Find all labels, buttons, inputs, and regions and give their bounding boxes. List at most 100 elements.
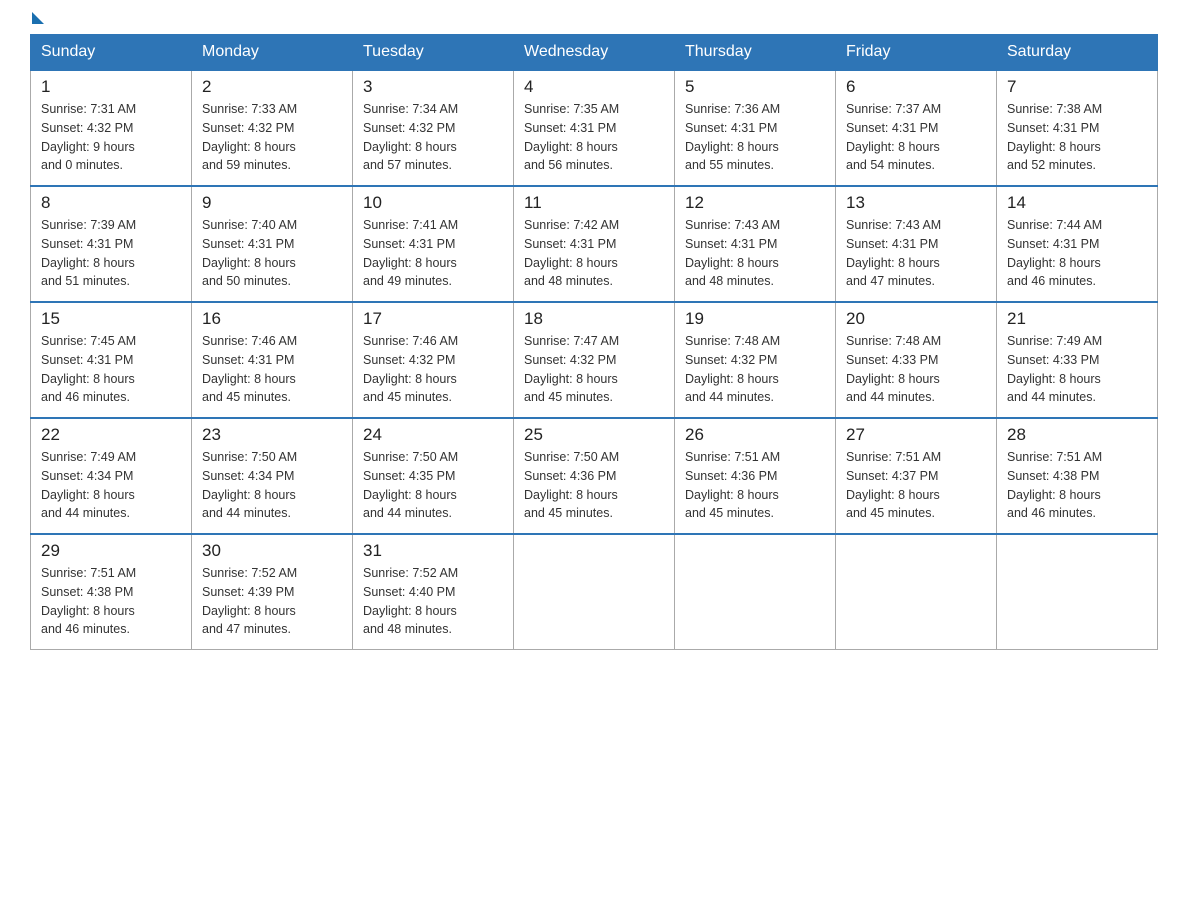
- day-info: Sunrise: 7:37 AMSunset: 4:31 PMDaylight:…: [846, 100, 986, 175]
- day-number: 6: [846, 77, 986, 97]
- day-info: Sunrise: 7:38 AMSunset: 4:31 PMDaylight:…: [1007, 100, 1147, 175]
- day-number: 20: [846, 309, 986, 329]
- calendar-cell: 2 Sunrise: 7:33 AMSunset: 4:32 PMDayligh…: [192, 70, 353, 186]
- day-number: 24: [363, 425, 503, 445]
- day-info: Sunrise: 7:44 AMSunset: 4:31 PMDaylight:…: [1007, 216, 1147, 291]
- weekday-header-monday: Monday: [192, 35, 353, 71]
- weekday-header-wednesday: Wednesday: [514, 35, 675, 71]
- calendar-cell: 27 Sunrise: 7:51 AMSunset: 4:37 PMDaylig…: [836, 418, 997, 534]
- day-info: Sunrise: 7:35 AMSunset: 4:31 PMDaylight:…: [524, 100, 664, 175]
- weekday-header-tuesday: Tuesday: [353, 35, 514, 71]
- day-number: 26: [685, 425, 825, 445]
- day-info: Sunrise: 7:49 AMSunset: 4:34 PMDaylight:…: [41, 448, 181, 523]
- day-info: Sunrise: 7:51 AMSunset: 4:38 PMDaylight:…: [41, 564, 181, 639]
- calendar-cell: 11 Sunrise: 7:42 AMSunset: 4:31 PMDaylig…: [514, 186, 675, 302]
- calendar-cell: [836, 534, 997, 650]
- calendar-week-row: 1 Sunrise: 7:31 AMSunset: 4:32 PMDayligh…: [31, 70, 1158, 186]
- day-number: 11: [524, 193, 664, 213]
- calendar-cell: 16 Sunrise: 7:46 AMSunset: 4:31 PMDaylig…: [192, 302, 353, 418]
- calendar-cell: [997, 534, 1158, 650]
- day-info: Sunrise: 7:46 AMSunset: 4:32 PMDaylight:…: [363, 332, 503, 407]
- calendar-cell: 12 Sunrise: 7:43 AMSunset: 4:31 PMDaylig…: [675, 186, 836, 302]
- day-info: Sunrise: 7:43 AMSunset: 4:31 PMDaylight:…: [846, 216, 986, 291]
- calendar-cell: 10 Sunrise: 7:41 AMSunset: 4:31 PMDaylig…: [353, 186, 514, 302]
- day-info: Sunrise: 7:41 AMSunset: 4:31 PMDaylight:…: [363, 216, 503, 291]
- calendar-table: SundayMondayTuesdayWednesdayThursdayFrid…: [30, 34, 1158, 650]
- calendar-cell: [514, 534, 675, 650]
- day-number: 9: [202, 193, 342, 213]
- calendar-cell: 19 Sunrise: 7:48 AMSunset: 4:32 PMDaylig…: [675, 302, 836, 418]
- calendar-cell: 20 Sunrise: 7:48 AMSunset: 4:33 PMDaylig…: [836, 302, 997, 418]
- day-number: 10: [363, 193, 503, 213]
- calendar-cell: 9 Sunrise: 7:40 AMSunset: 4:31 PMDayligh…: [192, 186, 353, 302]
- day-number: 25: [524, 425, 664, 445]
- day-number: 8: [41, 193, 181, 213]
- calendar-cell: 1 Sunrise: 7:31 AMSunset: 4:32 PMDayligh…: [31, 70, 192, 186]
- day-info: Sunrise: 7:50 AMSunset: 4:35 PMDaylight:…: [363, 448, 503, 523]
- day-info: Sunrise: 7:40 AMSunset: 4:31 PMDaylight:…: [202, 216, 342, 291]
- day-number: 27: [846, 425, 986, 445]
- day-number: 16: [202, 309, 342, 329]
- calendar-cell: 18 Sunrise: 7:47 AMSunset: 4:32 PMDaylig…: [514, 302, 675, 418]
- calendar-cell: 6 Sunrise: 7:37 AMSunset: 4:31 PMDayligh…: [836, 70, 997, 186]
- day-number: 22: [41, 425, 181, 445]
- day-info: Sunrise: 7:50 AMSunset: 4:36 PMDaylight:…: [524, 448, 664, 523]
- day-info: Sunrise: 7:34 AMSunset: 4:32 PMDaylight:…: [363, 100, 503, 175]
- day-number: 1: [41, 77, 181, 97]
- calendar-cell: 8 Sunrise: 7:39 AMSunset: 4:31 PMDayligh…: [31, 186, 192, 302]
- calendar-week-row: 29 Sunrise: 7:51 AMSunset: 4:38 PMDaylig…: [31, 534, 1158, 650]
- calendar-cell: 24 Sunrise: 7:50 AMSunset: 4:35 PMDaylig…: [353, 418, 514, 534]
- logo: [30, 20, 44, 24]
- day-info: Sunrise: 7:42 AMSunset: 4:31 PMDaylight:…: [524, 216, 664, 291]
- day-info: Sunrise: 7:47 AMSunset: 4:32 PMDaylight:…: [524, 332, 664, 407]
- day-number: 21: [1007, 309, 1147, 329]
- calendar-cell: 13 Sunrise: 7:43 AMSunset: 4:31 PMDaylig…: [836, 186, 997, 302]
- day-number: 2: [202, 77, 342, 97]
- day-number: 7: [1007, 77, 1147, 97]
- weekday-header-friday: Friday: [836, 35, 997, 71]
- weekday-header-saturday: Saturday: [997, 35, 1158, 71]
- day-number: 23: [202, 425, 342, 445]
- day-info: Sunrise: 7:48 AMSunset: 4:32 PMDaylight:…: [685, 332, 825, 407]
- day-info: Sunrise: 7:52 AMSunset: 4:40 PMDaylight:…: [363, 564, 503, 639]
- day-number: 28: [1007, 425, 1147, 445]
- calendar-cell: 25 Sunrise: 7:50 AMSunset: 4:36 PMDaylig…: [514, 418, 675, 534]
- day-number: 3: [363, 77, 503, 97]
- day-number: 30: [202, 541, 342, 561]
- calendar-cell: 15 Sunrise: 7:45 AMSunset: 4:31 PMDaylig…: [31, 302, 192, 418]
- day-info: Sunrise: 7:51 AMSunset: 4:37 PMDaylight:…: [846, 448, 986, 523]
- header: [30, 20, 1158, 24]
- day-info: Sunrise: 7:33 AMSunset: 4:32 PMDaylight:…: [202, 100, 342, 175]
- weekday-header-sunday: Sunday: [31, 35, 192, 71]
- day-info: Sunrise: 7:39 AMSunset: 4:31 PMDaylight:…: [41, 216, 181, 291]
- day-info: Sunrise: 7:46 AMSunset: 4:31 PMDaylight:…: [202, 332, 342, 407]
- day-number: 17: [363, 309, 503, 329]
- day-info: Sunrise: 7:43 AMSunset: 4:31 PMDaylight:…: [685, 216, 825, 291]
- calendar-cell: 5 Sunrise: 7:36 AMSunset: 4:31 PMDayligh…: [675, 70, 836, 186]
- calendar-cell: 23 Sunrise: 7:50 AMSunset: 4:34 PMDaylig…: [192, 418, 353, 534]
- calendar-cell: 28 Sunrise: 7:51 AMSunset: 4:38 PMDaylig…: [997, 418, 1158, 534]
- weekday-header-row: SundayMondayTuesdayWednesdayThursdayFrid…: [31, 35, 1158, 71]
- day-info: Sunrise: 7:45 AMSunset: 4:31 PMDaylight:…: [41, 332, 181, 407]
- day-number: 15: [41, 309, 181, 329]
- day-info: Sunrise: 7:48 AMSunset: 4:33 PMDaylight:…: [846, 332, 986, 407]
- calendar-cell: 31 Sunrise: 7:52 AMSunset: 4:40 PMDaylig…: [353, 534, 514, 650]
- day-number: 14: [1007, 193, 1147, 213]
- calendar-week-row: 8 Sunrise: 7:39 AMSunset: 4:31 PMDayligh…: [31, 186, 1158, 302]
- calendar-cell: 14 Sunrise: 7:44 AMSunset: 4:31 PMDaylig…: [997, 186, 1158, 302]
- day-number: 4: [524, 77, 664, 97]
- day-info: Sunrise: 7:51 AMSunset: 4:38 PMDaylight:…: [1007, 448, 1147, 523]
- calendar-cell: 4 Sunrise: 7:35 AMSunset: 4:31 PMDayligh…: [514, 70, 675, 186]
- calendar-cell: 3 Sunrise: 7:34 AMSunset: 4:32 PMDayligh…: [353, 70, 514, 186]
- calendar-cell: 26 Sunrise: 7:51 AMSunset: 4:36 PMDaylig…: [675, 418, 836, 534]
- day-info: Sunrise: 7:51 AMSunset: 4:36 PMDaylight:…: [685, 448, 825, 523]
- day-info: Sunrise: 7:36 AMSunset: 4:31 PMDaylight:…: [685, 100, 825, 175]
- day-number: 29: [41, 541, 181, 561]
- calendar-cell: 7 Sunrise: 7:38 AMSunset: 4:31 PMDayligh…: [997, 70, 1158, 186]
- day-number: 5: [685, 77, 825, 97]
- day-info: Sunrise: 7:50 AMSunset: 4:34 PMDaylight:…: [202, 448, 342, 523]
- calendar-cell: 22 Sunrise: 7:49 AMSunset: 4:34 PMDaylig…: [31, 418, 192, 534]
- logo-triangle-icon: [32, 12, 44, 24]
- day-info: Sunrise: 7:49 AMSunset: 4:33 PMDaylight:…: [1007, 332, 1147, 407]
- calendar-cell: 29 Sunrise: 7:51 AMSunset: 4:38 PMDaylig…: [31, 534, 192, 650]
